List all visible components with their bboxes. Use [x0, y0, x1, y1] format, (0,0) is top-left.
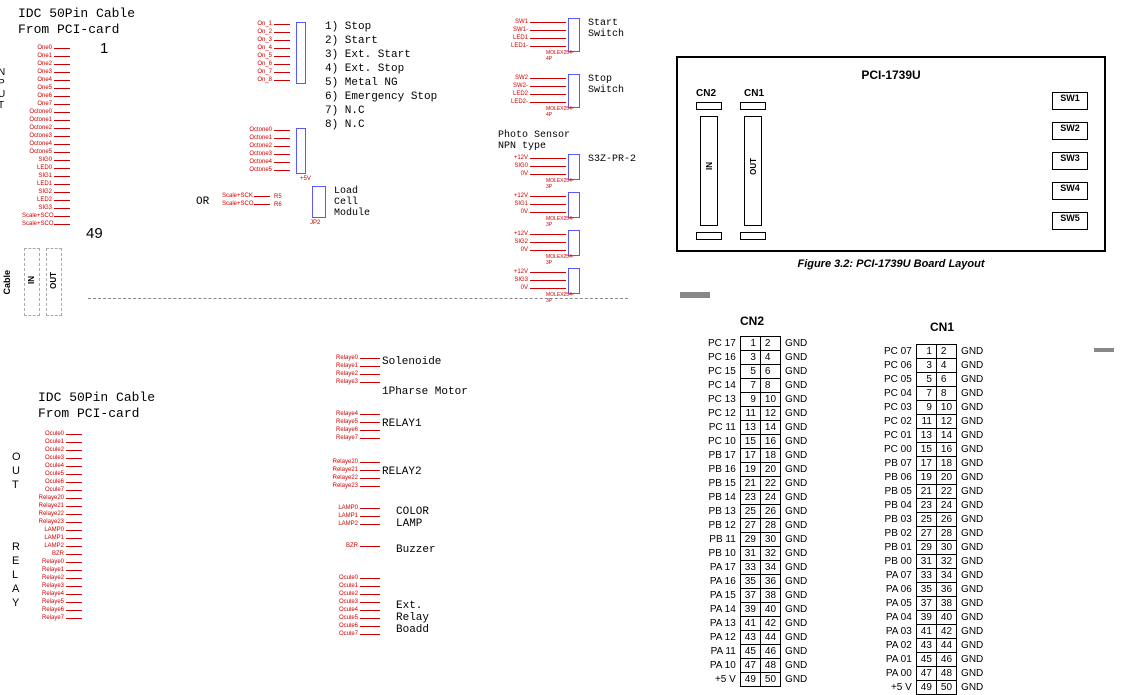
board-title: PCI-1739U — [678, 68, 1104, 82]
r5: R5 — [274, 194, 282, 200]
board-in: IN — [705, 162, 714, 170]
idc-title-top-1: IDC 50Pin Cable — [18, 6, 135, 21]
loadcell-conn — [312, 186, 326, 218]
board-out: OUT — [749, 158, 758, 175]
r6: R6 — [274, 202, 282, 208]
idc-title-top-2: From PCI-card — [18, 22, 119, 37]
photo-sensor-1: +12VSIG10VMOLEX254-3P — [498, 192, 566, 216]
loadcell-lbl: Load Cell Module — [334, 186, 370, 219]
idc-title-bot-2: From PCI-card — [38, 406, 139, 421]
photo-sensor-0: +12VSIG00VS3Z-PR-2MOLEX254-3P — [498, 154, 566, 178]
oct-bank: Octone0Octone1Octone2Octone3Octone4Octon… — [242, 126, 290, 174]
ext-relay-block: Ocule0Ocule1Ocule2Ocule3Ocule4Ocule5Ocul… — [328, 574, 380, 638]
out-label: OUT — [49, 272, 58, 289]
divider — [88, 298, 628, 299]
relay1-block: Relaye4Relaye5Relaye6Relaye7 — [328, 410, 380, 442]
cn1-bot — [740, 232, 766, 240]
board-caption: Figure 3.2: PCI-1739U Board Layout — [676, 258, 1106, 270]
cn2-bot — [696, 232, 722, 240]
cn2-lbl: CN2 — [696, 88, 716, 99]
cn1-lbl: CN1 — [744, 88, 764, 99]
photo-sensor-2: +12VSIG20VMOLEX254-3P — [498, 230, 566, 254]
pin-1: 1 — [100, 40, 108, 57]
lamp-lbl: COLOR LAMP — [396, 506, 429, 530]
mid-pin-bank: On_1On_2On_3On_4On_5On_6On_7On_8 — [242, 20, 290, 84]
mid-connector — [296, 22, 306, 84]
cn1-title: CN1 — [930, 320, 954, 334]
loadcell-pins: Scale+SCK Scale+SCO — [222, 192, 270, 208]
relay2-block: Relaye20Relaye21Relaye22Relaye23 — [328, 458, 380, 490]
solenoide-lbl: Solenoide — [382, 356, 441, 368]
start-switch: SW1SW1-LED1LED1-Start SwitchMOLEX254-4P — [498, 18, 566, 50]
bar-left — [680, 292, 710, 298]
sw-col: SW1SW2SW3SW4SW5 — [1052, 92, 1088, 242]
ext-relay-lbl: Ext. Relay Boadd — [396, 600, 429, 636]
cn2-top — [696, 102, 722, 110]
cn1-top — [740, 102, 766, 110]
stop-switch: SW2SW2-LED2LED2-Stop SwitchMOLEX254-4P — [498, 74, 566, 106]
out-pin-bank: Ocule0Ocule1Ocule2Ocule3Ocule4Ocule5Ocul… — [34, 430, 82, 622]
pin-49: 49 — [86, 225, 103, 242]
input-pin-bank: One0One1One2One3One4One5One6One7Octone0O… — [22, 44, 70, 228]
lamp-block: LAMP0LAMP1LAMP2 — [328, 504, 380, 528]
in-label: IN — [27, 276, 36, 284]
cn2-table: PC 1712GNDPC 1634GNDPC 1556GNDPC 1478GND… — [704, 336, 811, 687]
plus5v: +5V — [300, 176, 311, 182]
oct-connector — [296, 128, 306, 174]
idc-title-bot-1: IDC 50Pin Cable — [38, 390, 155, 405]
buzzer-lbl: Buzzer — [396, 544, 436, 556]
solenoide-block: Relaye0Relaye1Relaye2Relaye3 — [328, 354, 380, 386]
relay2-lbl: RELAY2 — [382, 466, 422, 478]
relay-vert: RELAY — [12, 540, 20, 610]
jp2: JP2 — [310, 220, 320, 226]
input-vert: INPUT — [0, 56, 7, 111]
motor-lbl: 1Pharse Motor — [382, 386, 468, 398]
photo-title: Photo Sensor NPN type — [498, 130, 570, 152]
cable-vert: Cable — [2, 270, 12, 295]
cn1-table: PC 0712GNDPC 0634GNDPC 0556GNDPC 0478GND… — [880, 344, 987, 695]
board-outline: PCI-1739U CN2 CN1 IN OUT SW1SW2SW3SW4SW5 — [676, 56, 1106, 252]
cn2-body — [700, 116, 718, 226]
photo-sensor-3: +12VSIG30VMOLEX254-3P — [498, 268, 566, 292]
command-list: 1) Stop2) Start3) Ext. Start4) Ext. Stop… — [325, 20, 437, 132]
buzzer-block: BZR — [328, 542, 380, 550]
bar-right — [1094, 348, 1114, 352]
relay1-lbl: RELAY1 — [382, 418, 422, 430]
or-label: OR — [196, 196, 209, 208]
cn2-title: CN2 — [740, 314, 764, 328]
out-vert: OUT — [12, 450, 21, 492]
